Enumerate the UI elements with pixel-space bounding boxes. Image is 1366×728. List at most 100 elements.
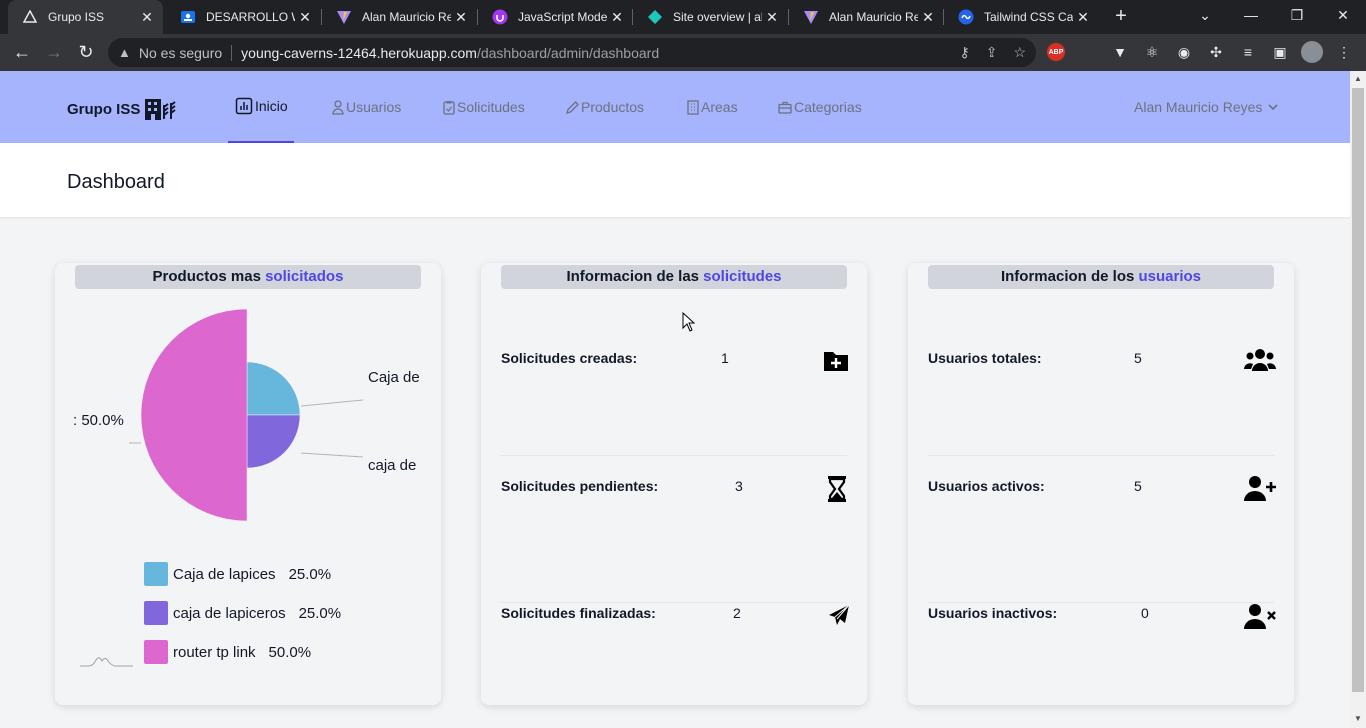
nav-label: Usuarios [346,99,402,115]
legend-item[interactable]: router tp link 50.0% [144,640,311,664]
side-panel-icon[interactable]: ▣ [1271,43,1289,61]
browser-tab-1[interactable]: DESARROLLO WEB ✕ [166,0,321,34]
close-tab-icon[interactable]: ✕ [918,9,938,26]
divider [928,602,1274,603]
building-logo-icon [145,99,176,120]
warning-icon: ▲ [118,45,131,60]
mouse-cursor-icon [682,312,696,332]
browser-tab-4[interactable]: Site overview | alan ✕ [633,0,788,34]
legend-item[interactable]: caja de lapiceros 25.0% [144,601,341,625]
users-icon [1244,349,1276,371]
brand-name: Grupo ISS [67,100,141,118]
legend-value: 25.0% [298,604,342,622]
key-icon[interactable]: ⚷ [959,44,969,61]
stat-label: Solicitudes finalizadas: [501,605,656,621]
url-path: /dashboard/admin/dashboard [476,44,660,61]
forward-icon[interactable]: → [42,40,66,64]
vue-devtools-icon[interactable]: ▼ [1111,43,1129,61]
amcharts-logo-icon [80,657,133,667]
nav-item-usuarios[interactable]: Usuarios [332,71,401,143]
tab-separator [943,9,944,25]
restore-icon[interactable]: ❐ [1274,0,1320,30]
clipboard-icon [443,100,455,115]
close-tab-icon[interactable]: ✕ [295,9,315,26]
menu-icon[interactable]: ⋮ [1335,43,1353,61]
close-tab-icon[interactable]: ✕ [607,9,627,26]
pie-slice[interactable] [246,414,301,469]
user-icon [332,99,344,115]
card-title-text: Productos mas [152,268,266,285]
divider [928,455,1274,456]
nav-item-productos[interactable]: Productos [566,71,644,143]
scroll-down-icon[interactable]: ▼ [1354,714,1362,723]
tab-separator [477,9,478,25]
nav-item-categorias[interactable]: Categorias [778,71,862,143]
profile-avatar[interactable] [1301,41,1323,63]
reload-icon[interactable]: ↻ [74,40,98,64]
close-tab-icon[interactable]: ✕ [762,9,782,26]
url-host: young-caverns-12464.herokuapp.com [241,44,477,61]
nav-label: Inicio [255,98,288,114]
card-title-text: Informacion de los [1000,268,1139,285]
folder-plus-icon [824,352,848,371]
paper-plane-icon [829,604,850,625]
brand[interactable]: Grupo ISS [67,97,176,121]
omnibox-divider [231,44,233,61]
extensions-icon[interactable]: ✣ [1207,43,1225,61]
nav-item-inicio[interactable]: Inicio [228,71,294,143]
close-tab-icon[interactable]: ✕ [451,9,471,26]
tab-separator [788,9,789,25]
tab-search-icon[interactable]: ⌄ [1182,0,1228,30]
minimize-icon[interactable]: — [1228,0,1274,30]
tab-title: Site overview | alan [673,10,762,24]
legend-label: caja de lapiceros [173,604,286,622]
browser-tab-0[interactable]: Grupo ISS ✕ [8,0,163,34]
security-status[interactable]: No es seguro [139,45,222,61]
scrollbar-thumb[interactable] [1352,88,1364,692]
pie-slice[interactable] [140,308,248,522]
browser-tab-5[interactable]: Alan Mauricio Reyes ✕ [789,0,944,34]
tab-title: DESARROLLO WEB [206,10,295,24]
stat-value: 3 [735,478,743,494]
legend-label: router tp link [173,643,256,661]
products-card: Productos mas solicitados Caja de caja d… [55,263,441,705]
pie-slice[interactable] [246,361,301,416]
nav-item-areas[interactable]: Areas [687,71,738,143]
divider [501,602,847,603]
nav-label: Productos [581,99,645,115]
browser-toolbar: ← → ↻ ▲ No es seguro young-caverns-12464… [0,34,1366,71]
tab-title: Grupo ISS [48,10,105,24]
reading-list-icon[interactable]: ≡ [1239,43,1257,61]
address-bar[interactable]: ▲ No es seguro young-caverns-12464.herok… [108,38,1036,67]
pencil-icon [566,101,579,114]
star-icon[interactable]: ☆ [1013,44,1026,61]
card-title-highlight: usuarios [1138,268,1202,285]
pie-leader-line [300,452,364,458]
user-plus-icon [1244,476,1276,501]
browser-tab-6[interactable]: Tailwind CSS Cards ✕ [944,0,1099,34]
adblock-icon[interactable]: ABP [1047,43,1065,61]
browser-tab-2[interactable]: Alan Mauricio Reyes ✕ [322,0,477,34]
page-viewport: Grupo ISS Inicio Usuarios Solicitudes Pr… [0,71,1350,728]
share-icon[interactable]: ⇪ [986,44,998,61]
user-menu[interactable]: Alan Mauricio Reyes [1134,99,1278,115]
stat-value: 1 [721,350,729,366]
scroll-up-icon[interactable]: ▲ [1354,74,1362,83]
close-tab-icon[interactable]: ✕ [1073,9,1093,26]
chevron-down-icon [1268,104,1278,111]
back-icon[interactable]: ← [10,40,34,64]
new-tab-button[interactable]: + [1110,5,1132,27]
close-tab-icon[interactable]: ✕ [137,9,157,26]
card-title-text: Informacion de las [566,268,704,285]
close-window-icon[interactable]: ✕ [1320,0,1366,30]
react-devtools-icon[interactable]: ⚛ [1143,43,1161,61]
user-x-icon [1244,604,1276,629]
legend-item[interactable]: Caja de lapices 25.0% [144,562,331,586]
legend-value: 50.0% [268,643,312,661]
stat-label: Solicitudes pendientes: [501,478,659,494]
nav-item-solicitudes[interactable]: Solicitudes [443,71,525,143]
browser-tab-3[interactable]: JavaScript Moderno ✕ [478,0,633,34]
pie-label-slice2: caja de [368,457,417,474]
card-title: Informacion de las solicitudes [501,265,847,289]
record-icon[interactable]: ◉ [1175,43,1193,61]
